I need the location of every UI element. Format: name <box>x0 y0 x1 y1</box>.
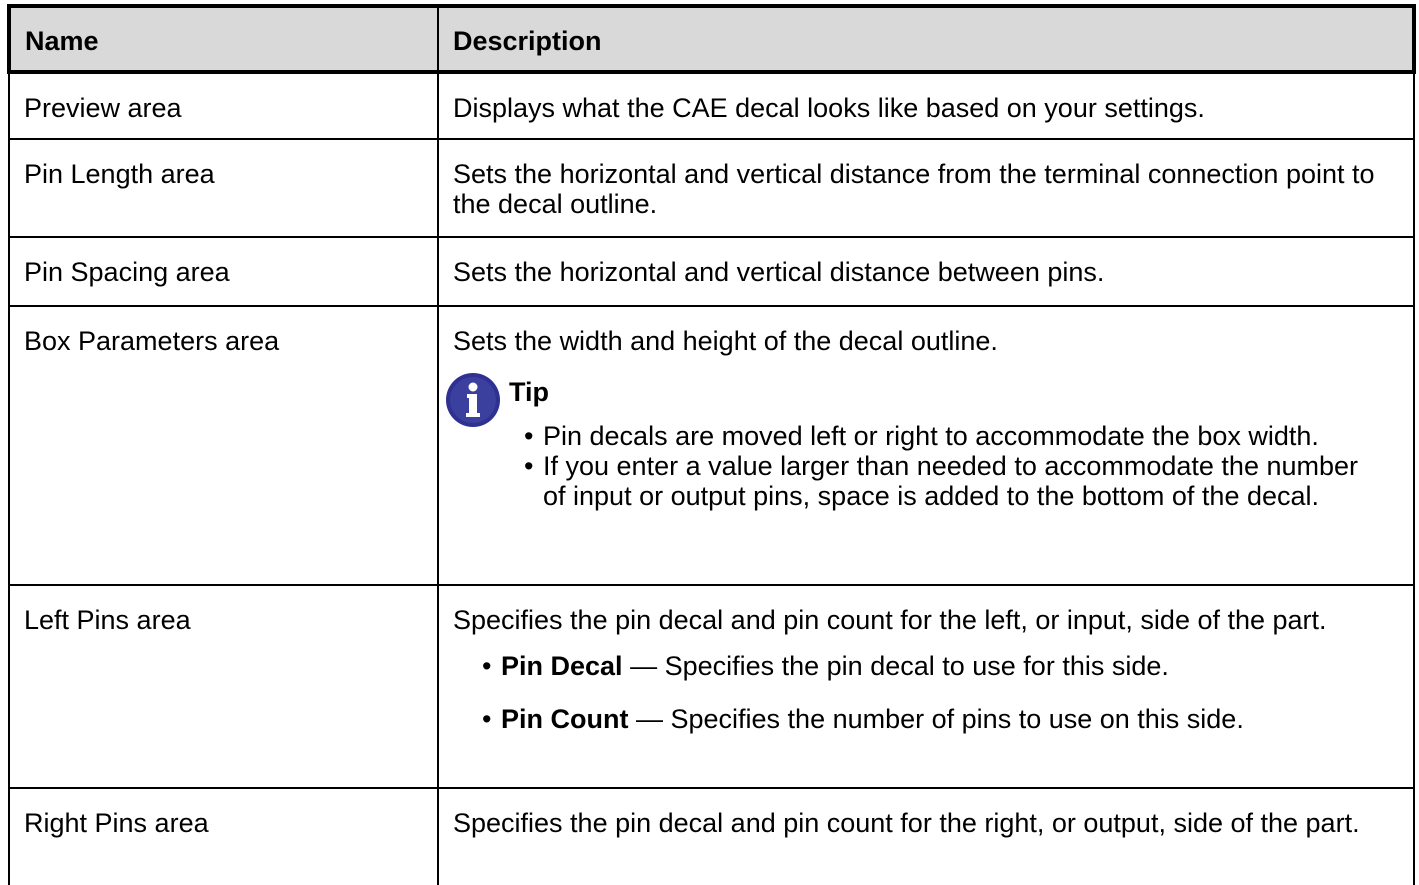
row-description: Sets the horizontal and vertical distanc… <box>437 138 1415 238</box>
properties-table: Name Description Preview area Displays w… <box>7 4 1416 885</box>
row-description: Sets the horizontal and vertical distanc… <box>437 236 1415 307</box>
row-name: Right Pins area <box>8 787 439 885</box>
info-icon <box>446 373 500 427</box>
table-row: Preview area Displays what the CAE decal… <box>8 71 1415 140</box>
tip-list-item: Pin decals are moved left or right to ac… <box>524 421 1383 451</box>
option-list: Pin Decal — Specifies the pin decal to u… <box>453 651 1383 734</box>
table-row: Pin Length area Sets the horizontal and … <box>8 138 1415 238</box>
option-separator: — <box>628 704 671 734</box>
row-description: Specifies the pin decal and pin count fo… <box>453 605 1327 635</box>
tip-list-item: If you enter a value larger than needed … <box>524 451 1383 511</box>
row-description: Displays what the CAE decal looks like b… <box>437 71 1415 140</box>
table-row: Pin Spacing area Sets the horizontal and… <box>8 236 1415 307</box>
table-row: Left Pins area Specifies the pin decal a… <box>8 584 1415 789</box>
header-row: Name Description <box>7 4 1416 74</box>
tip-title: Tip <box>509 377 549 407</box>
option-text: Specifies the number of pins to use on t… <box>670 704 1244 734</box>
row-description-cell: Sets the width and height of the decal o… <box>437 305 1415 586</box>
option-separator: — <box>622 651 665 681</box>
row-description: Specifies the pin decal and pin count fo… <box>437 787 1415 885</box>
row-description-cell: Specifies the pin decal and pin count fo… <box>437 584 1415 789</box>
option-item: Pin Count — Specifies the number of pins… <box>482 704 1383 734</box>
row-name: Preview area <box>8 71 439 140</box>
row-name: Pin Length area <box>8 138 439 238</box>
option-item: Pin Decal — Specifies the pin decal to u… <box>482 651 1383 681</box>
option-text: Specifies the pin decal to use for this … <box>664 651 1169 681</box>
table-row: Right Pins area Specifies the pin decal … <box>8 787 1415 885</box>
column-header-description: Description <box>437 4 1416 74</box>
tip-list: Pin decals are moved left or right to ac… <box>453 421 1383 511</box>
table-header: Name Description <box>7 4 1416 74</box>
tip-callout: Tip Pin decals are moved left or right t… <box>446 372 1383 511</box>
option-term: Pin Count <box>501 704 629 734</box>
row-description: Sets the width and height of the decal o… <box>453 326 998 356</box>
row-name: Pin Spacing area <box>8 236 439 307</box>
option-term: Pin Decal <box>501 651 623 681</box>
row-name: Left Pins area <box>8 584 439 789</box>
row-name: Box Parameters area <box>8 305 439 586</box>
table-row: Box Parameters area Sets the width and h… <box>8 305 1415 586</box>
column-header-name: Name <box>7 4 439 74</box>
